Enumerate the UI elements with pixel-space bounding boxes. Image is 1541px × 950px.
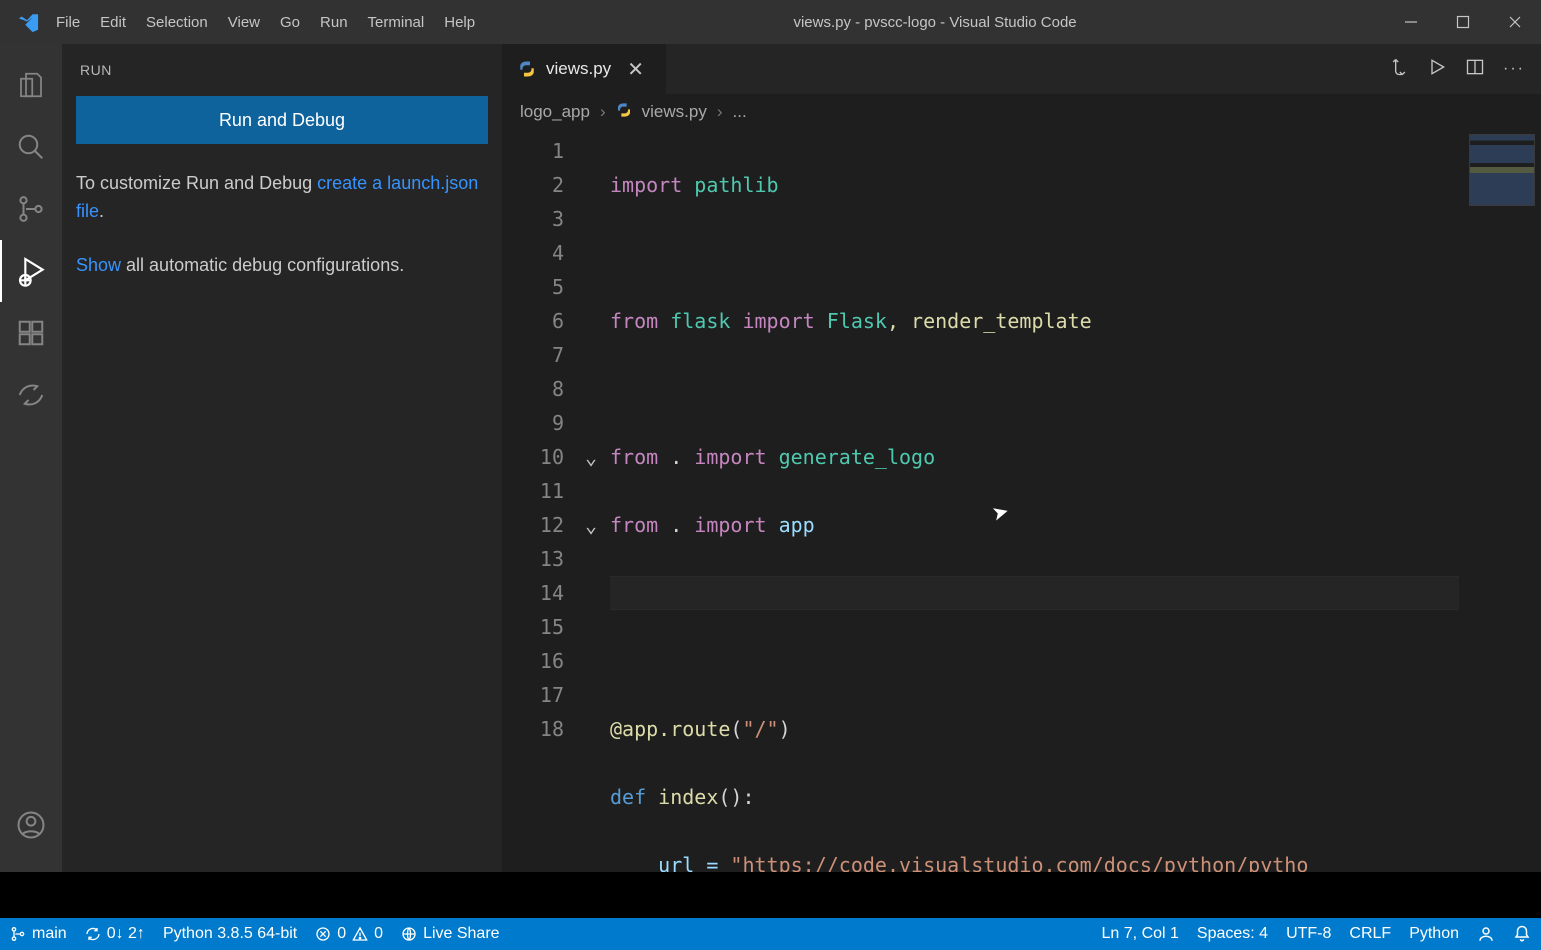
accounts-icon[interactable] <box>0 794 62 856</box>
extensions-icon[interactable] <box>0 302 62 364</box>
sidebar-show-text: Show all automatic debug configurations. <box>76 252 488 280</box>
fold-chevron-icon: ⌄ <box>582 508 600 542</box>
notifications-icon[interactable] <box>1513 925 1531 943</box>
sidebar-show-suffix: all automatic debug configurations. <box>121 255 404 275</box>
run-sidebar: RUN Run and Debug To customize Run and D… <box>62 44 502 918</box>
sidebar-title: RUN <box>76 52 488 96</box>
indent-spaces[interactable]: Spaces: 4 <box>1197 925 1268 943</box>
encoding[interactable]: UTF-8 <box>1286 925 1331 943</box>
run-debug-icon[interactable] <box>0 240 62 302</box>
split-editor-icon[interactable] <box>1465 57 1485 82</box>
problems-errors[interactable]: 0 0 <box>315 925 383 943</box>
git-branch[interactable]: main <box>10 925 67 943</box>
maximize-button[interactable] <box>1437 0 1489 44</box>
eol[interactable]: CRLF <box>1349 925 1391 943</box>
title-bar: File Edit Selection View Go Run Terminal… <box>0 0 1541 44</box>
menu-help[interactable]: Help <box>434 14 485 31</box>
activity-bar <box>0 44 62 918</box>
menu-edit[interactable]: Edit <box>90 14 136 31</box>
window-title: views.py - pvscc-logo - Visual Studio Co… <box>485 14 1385 31</box>
run-file-icon[interactable] <box>1427 57 1447 82</box>
breadcrumb-file[interactable]: views.py <box>642 102 707 122</box>
language-mode[interactable]: Python <box>1409 925 1459 943</box>
minimize-button[interactable] <box>1385 0 1437 44</box>
tab-views-py[interactable]: views.py ✕ <box>502 44 666 94</box>
run-and-debug-button[interactable]: Run and Debug <box>76 96 488 144</box>
menu-terminal[interactable]: Terminal <box>358 14 435 31</box>
python-interpreter[interactable]: Python 3.8.5 64-bit <box>163 925 297 943</box>
menu-view[interactable]: View <box>218 14 270 31</box>
breadcrumb-folder[interactable]: logo_app <box>520 102 590 122</box>
fold-chevron-icon: ⌄ <box>582 440 600 474</box>
tabs-row: views.py ✕ ··· <box>502 44 1541 94</box>
editor-area: views.py ✕ ··· logo_app › <box>502 44 1541 918</box>
tab-filename: views.py <box>546 59 611 79</box>
sidebar-customize-prefix: To customize Run and Debug <box>76 173 317 193</box>
python-file-icon <box>518 60 536 78</box>
sidebar-customize-suffix: . <box>99 201 104 221</box>
more-actions-icon[interactable]: ··· <box>1503 60 1525 78</box>
minimap-viewport[interactable] <box>1469 134 1535 206</box>
git-sync[interactable]: 0↓ 2↑ <box>85 925 145 943</box>
chevron-right-icon: › <box>717 102 723 122</box>
breadcrumb[interactable]: logo_app › views.py › ... <box>502 94 1541 130</box>
code-content[interactable]: import pathlib from flask import Flask, … <box>600 130 1541 902</box>
show-auto-config-link[interactable]: Show <box>76 255 121 275</box>
chevron-right-icon: › <box>600 102 606 122</box>
minimap[interactable] <box>1459 130 1541 902</box>
remote-explorer-icon[interactable] <box>0 364 62 426</box>
explorer-icon[interactable] <box>0 54 62 116</box>
compare-changes-icon[interactable] <box>1389 57 1409 82</box>
status-bar: main 0↓ 2↑ Python 3.8.5 64-bit 0 0 Live … <box>0 918 1541 950</box>
tab-close-icon[interactable]: ✕ <box>621 57 650 82</box>
vscode-logo-icon <box>10 11 46 33</box>
live-share[interactable]: Live Share <box>401 925 500 943</box>
sidebar-customize-text: To customize Run and Debug create a laun… <box>76 170 488 226</box>
menu-run[interactable]: Run <box>310 14 358 31</box>
close-button[interactable] <box>1489 0 1541 44</box>
cursor-position[interactable]: Ln 7, Col 1 <box>1102 925 1179 943</box>
menu-file[interactable]: File <box>46 14 90 31</box>
python-file-icon <box>616 102 632 123</box>
feedback-icon[interactable] <box>1477 925 1495 943</box>
editor-body[interactable]: 123456789101112131415161718 ⌄⌄ import pa… <box>502 130 1541 902</box>
fold-gutter[interactable]: ⌄⌄ <box>582 130 600 902</box>
line-number-gutter: 123456789101112131415161718 <box>502 130 582 902</box>
search-icon[interactable] <box>0 116 62 178</box>
menu-go[interactable]: Go <box>270 14 310 31</box>
breadcrumb-more[interactable]: ... <box>733 102 747 122</box>
source-control-icon[interactable] <box>0 178 62 240</box>
menu-selection[interactable]: Selection <box>136 14 218 31</box>
